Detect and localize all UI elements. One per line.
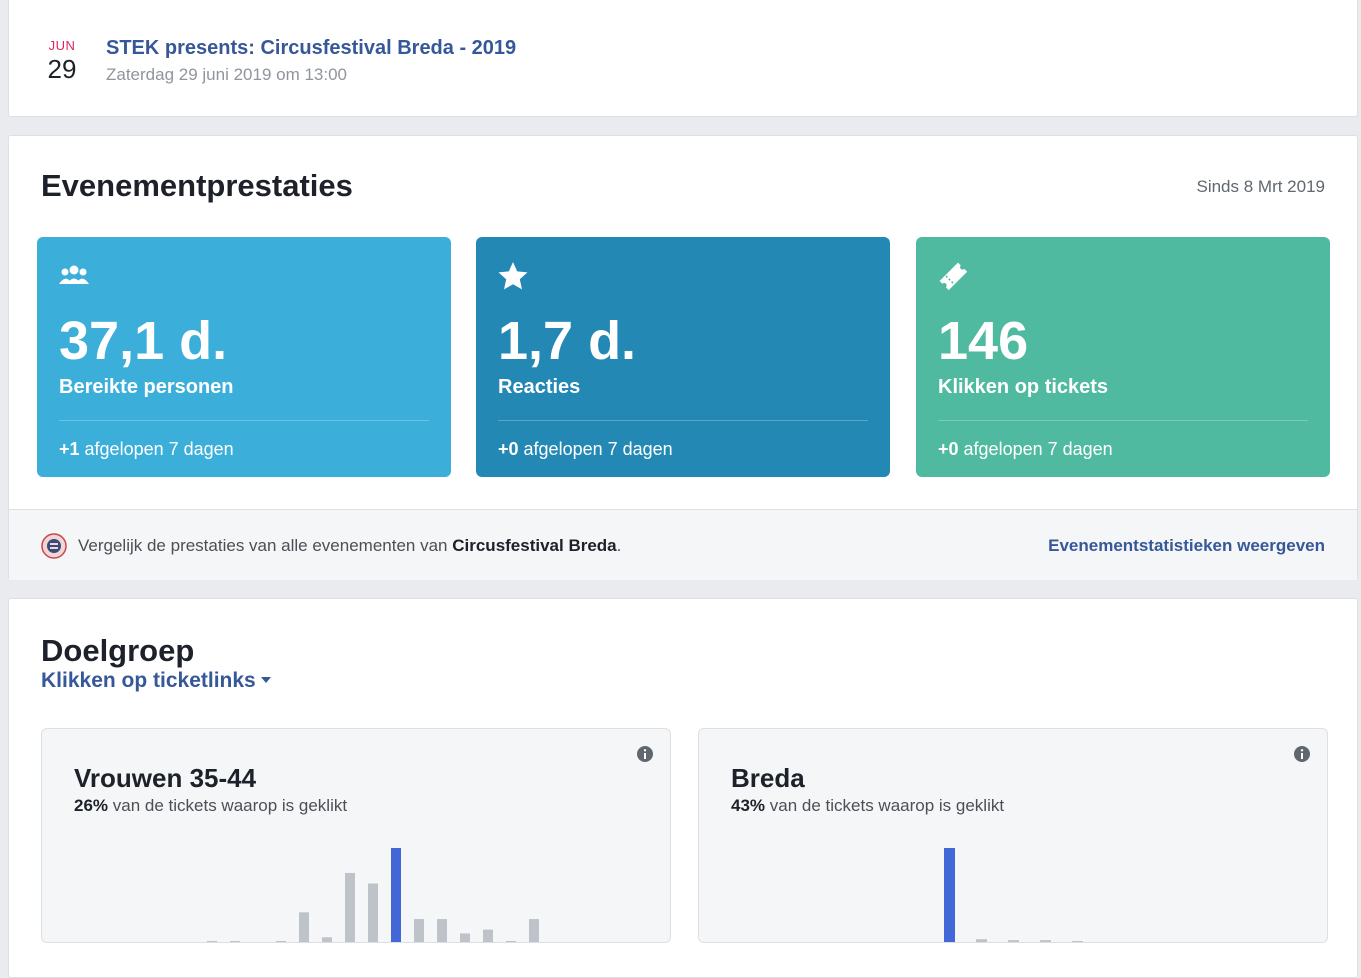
audience-demographic-card: Vrouwen 35-44 26% van de tickets waarop … [41,728,671,943]
bar [230,941,240,942]
bar [976,939,987,942]
bar [1072,941,1083,942]
event-date-badge: JUN 29 [45,38,79,85]
bar [322,937,332,942]
compare-page-name: Circusfestival Breda [452,536,617,555]
event-performance-card: Evenementprestaties Sinds 8 Mrt 2019 37,… [8,135,1358,580]
bar [483,929,493,942]
bar [460,933,470,942]
bar [207,941,217,942]
audience-location-card: Breda 43% van de tickets waarop is gekli… [698,728,1328,943]
tile-divider [59,420,429,421]
reach-value: 37,1 d. [59,311,228,371]
audience-filter-label: Klikken op ticketlinks [41,669,256,692]
demographic-bar-chart [207,848,539,944]
ticket-clicks-delta-value: +0 [938,439,959,459]
bar [1040,940,1051,942]
bar [1008,940,1019,942]
tile-divider [938,420,1308,421]
event-header-card: JUN 29 STEK presents: Circusfestival Bre… [8,0,1358,117]
event-datetime: Zaterdag 29 juni 2019 om 13:00 [106,65,348,84]
people-icon [59,265,89,284]
ticket-clicks-label: Klikken op tickets [938,376,1109,398]
ticket-icon [939,262,968,291]
page-avatar-icon [41,533,67,559]
performance-since-date: Sinds 8 Mrt 2019 [1196,177,1325,196]
reach-tile[interactable]: 37,1 d. Bereikte personen +1 afgelopen 7… [37,237,451,477]
view-event-insights-link[interactable]: Evenementstatistieken weergeven [1048,536,1325,556]
ticket-clicks-delta-period: afgelopen 7 dagen [958,439,1113,459]
reactions-delta-period: afgelopen 7 dagen [518,439,673,459]
reach-delta: +1 afgelopen 7 dagen [59,439,234,460]
audience-card: Doelgroep Klikken op ticketlinks Vrouwen… [8,598,1358,978]
reach-label: Bereikte personen [59,376,234,398]
bar [299,912,309,942]
event-day: 29 [47,54,77,84]
event-title-link[interactable]: STEK presents: Circusfestival Breda - 20… [106,37,516,60]
compare-text: Vergelijk de prestaties van alle eveneme… [78,536,621,556]
performance-title: Evenementprestaties [41,168,353,203]
ticket-clicks-tile[interactable]: 146 Klikken op tickets +0 afgelopen 7 da… [916,237,1330,477]
location-bar-chart [944,848,1083,942]
reactions-tile[interactable]: 1,7 d. Reacties +0 afgelopen 7 dagen [476,237,890,477]
reactions-delta: +0 afgelopen 7 dagen [498,439,673,460]
audience-filter-dropdown[interactable]: Klikken op ticketlinks [41,669,271,693]
reactions-label: Reacties [498,376,581,398]
reach-delta-value: +1 [59,439,80,459]
reach-delta-period: afgelopen 7 dagen [79,439,234,459]
compare-text-prefix: Vergelijk de prestaties van alle eveneme… [78,536,453,555]
reactions-value: 1,7 d. [498,311,637,371]
highlight-bar [391,848,401,942]
bar [276,941,286,942]
ticket-clicks-value: 146 [938,311,1029,371]
audience-title: Doelgroep [41,633,195,668]
compare-text-suffix: . [616,536,622,555]
bar [506,941,516,942]
event-month: JUN [48,38,76,53]
tile-divider [498,420,868,421]
highlight-bar [944,848,955,942]
bar [368,883,378,942]
reactions-delta-value: +0 [498,439,519,459]
caret-down-icon [260,677,271,683]
bar [345,872,355,942]
compare-events-bar: Vergelijk de prestaties van alle eveneme… [9,509,1357,580]
bar [437,919,447,942]
ticket-clicks-delta: +0 afgelopen 7 dagen [938,439,1113,460]
bar [414,919,424,942]
bar [253,943,263,944]
bar [529,919,539,942]
star-icon [498,262,528,290]
